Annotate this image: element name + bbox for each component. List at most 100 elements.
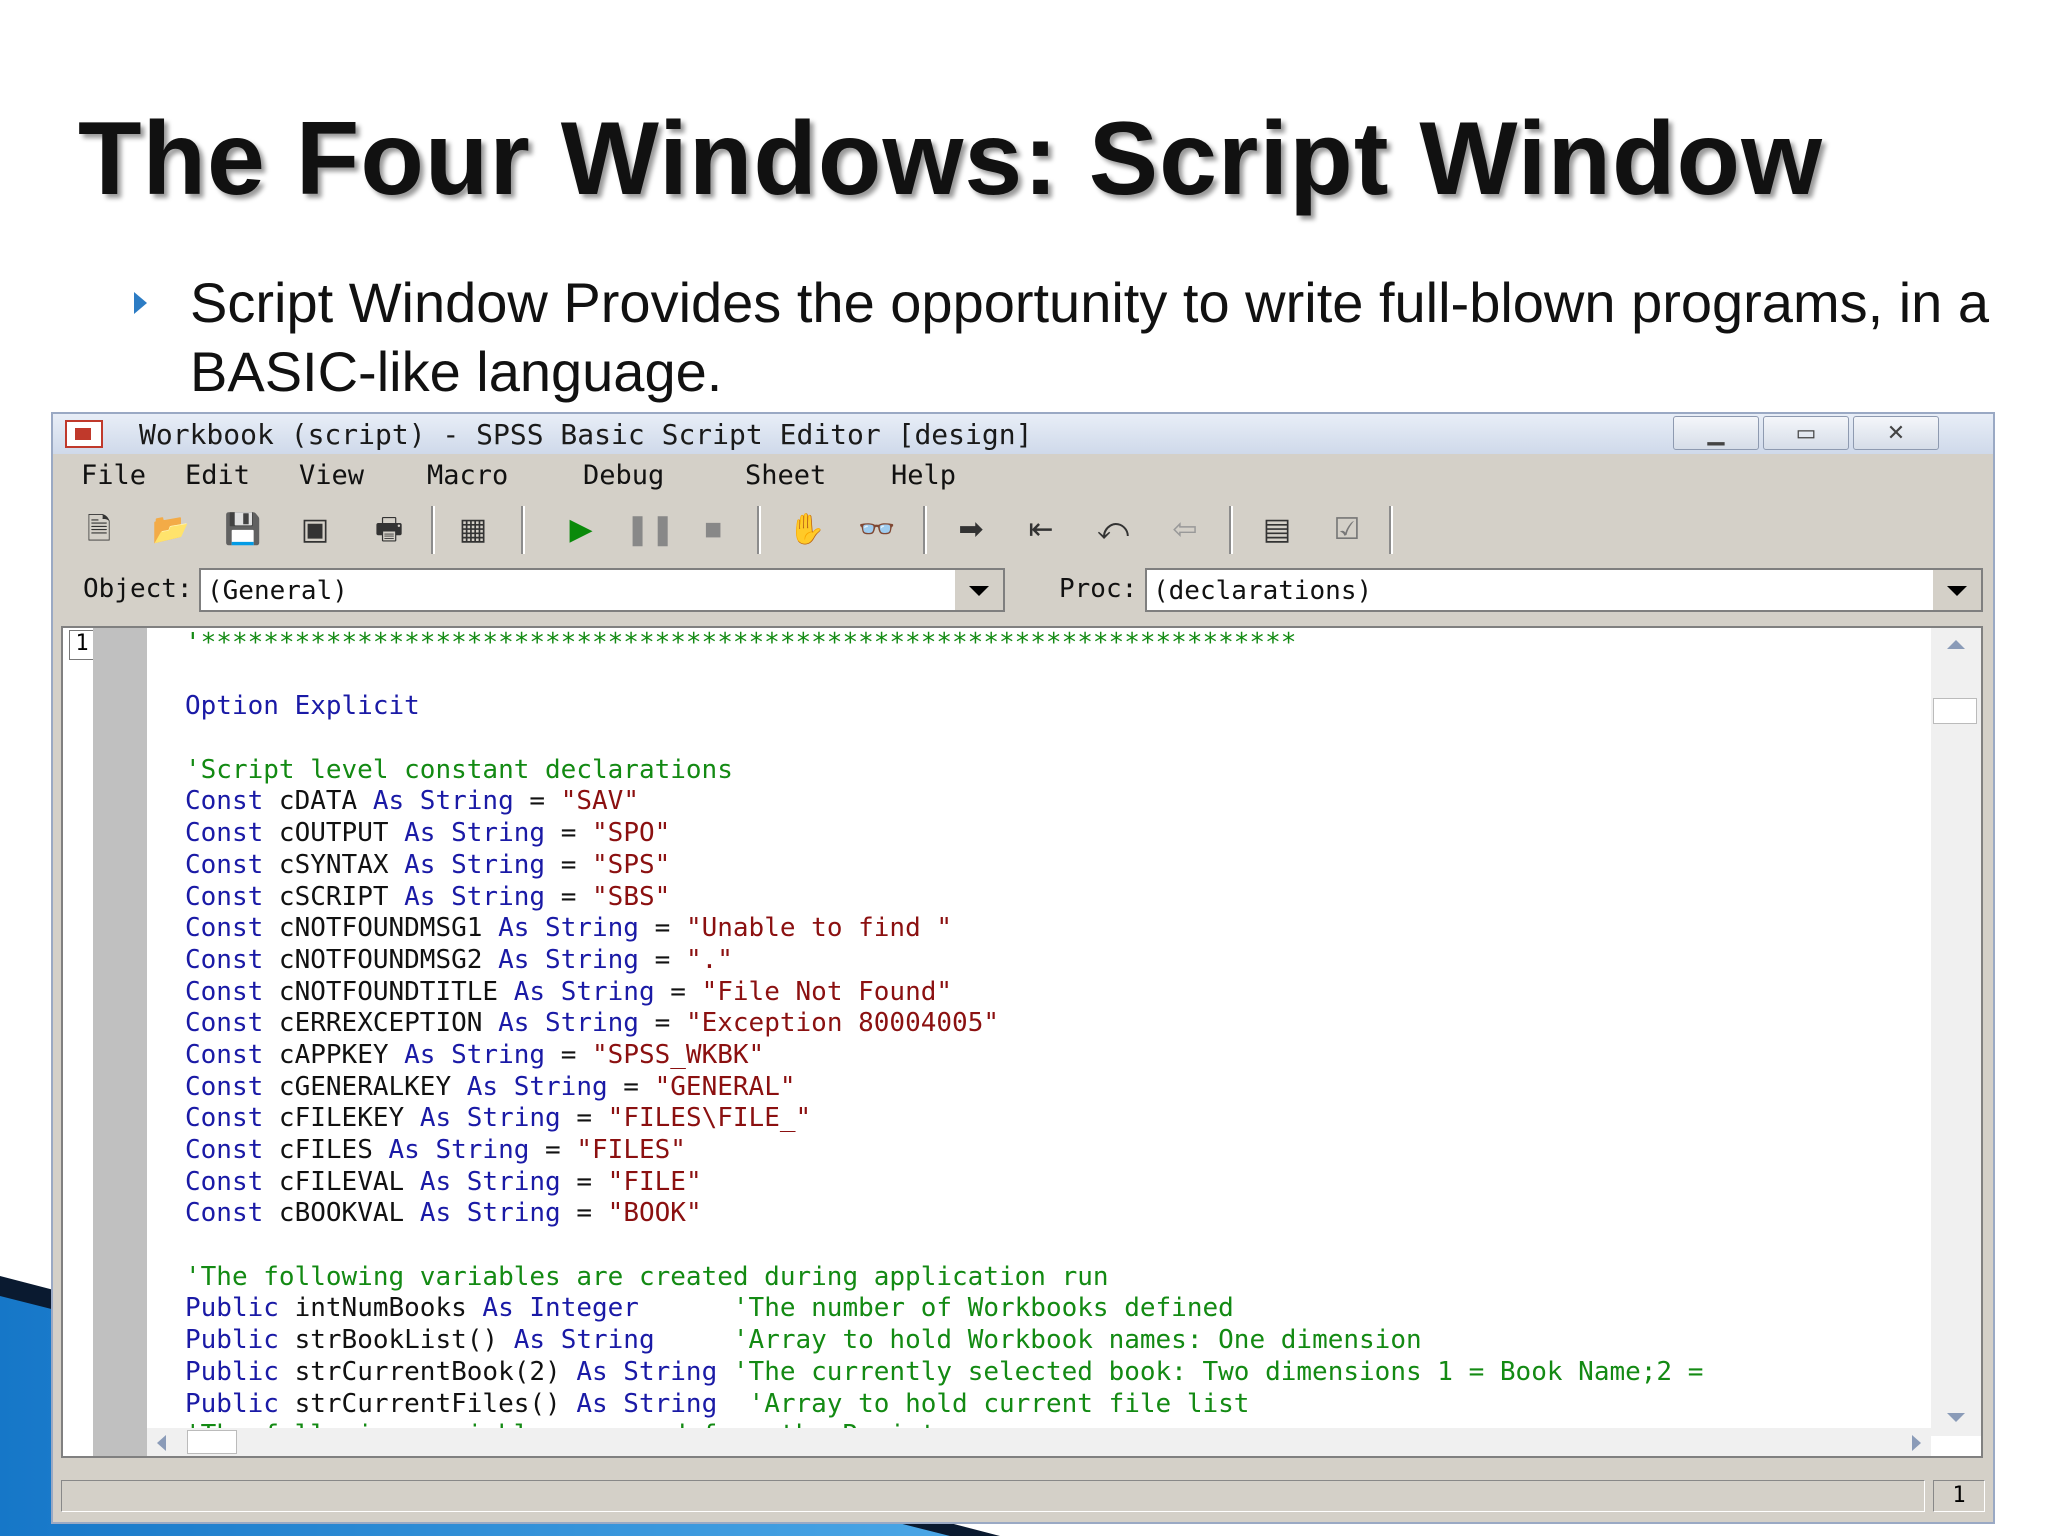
code-line[interactable]: Const cFILES As String = "FILES" — [185, 1135, 1921, 1167]
scroll-left-icon[interactable] — [157, 1435, 166, 1451]
hand-icon[interactable]: ✋ — [785, 508, 829, 552]
object-browser-icon[interactable]: ▤ — [1255, 508, 1299, 552]
new-script-icon[interactable]: 🗎 — [77, 508, 121, 552]
close-button[interactable]: ✕ — [1853, 416, 1939, 450]
code-token: cFILEKEY — [278, 1103, 420, 1134]
title-bar[interactable]: Workbook (script) - SPSS Basic Script Ed… — [53, 414, 1993, 454]
code-token: "File Not Found" — [701, 976, 953, 1007]
dialog-editor-icon[interactable]: ▦ — [451, 508, 495, 552]
code-token: = — [529, 1135, 577, 1165]
code-line[interactable]: Const cNOTFOUNDMSG2 As String = "." — [185, 945, 1921, 977]
menu-help[interactable]: Help — [891, 460, 956, 491]
open-icon[interactable]: 📂 — [149, 508, 193, 552]
maximize-button[interactable]: ▭ — [1763, 416, 1849, 450]
code-token: Const — [185, 818, 279, 849]
code-line[interactable]: Public strCurrentFiles() As String 'Arra… — [185, 1389, 1921, 1421]
scroll-thumb[interactable] — [187, 1430, 237, 1454]
code-token: cOUTPUT — [278, 818, 405, 849]
code-line[interactable]: Option Explicit — [185, 691, 1921, 723]
step-over-icon[interactable]: ⤺ — [1091, 508, 1135, 552]
code-line[interactable]: Const cAPPKEY As String = "SPSS_WKBK" — [185, 1040, 1921, 1072]
code-token: = — [607, 1071, 655, 1102]
save-all-icon[interactable]: ▣ — [293, 508, 337, 552]
code-token: As String — [576, 1356, 718, 1387]
code-token: "." — [685, 944, 733, 975]
run-icon[interactable]: ▶ — [559, 508, 603, 552]
proc-dropdown[interactable]: (declarations) — [1145, 568, 1983, 612]
code-line[interactable]: Const cGENERALKEY As String = "GENERAL" — [185, 1072, 1921, 1104]
code-line[interactable]: Const cNOTFOUNDMSG1 As String = "Unable … — [185, 913, 1921, 945]
code-token: cAPPKEY — [278, 1039, 405, 1070]
code-token: cNOTFOUNDTITLE — [278, 976, 514, 1007]
step-into-icon[interactable]: ⇤ — [1019, 508, 1063, 552]
code-line[interactable]: Public intNumBooks As Integer 'The numbe… — [185, 1293, 1921, 1325]
menu-view[interactable]: View — [299, 460, 364, 491]
code-token: As Integer — [482, 1293, 639, 1324]
code-line[interactable]: Const cERREXCEPTION As String = "Excepti… — [185, 1008, 1921, 1040]
minimize-button[interactable]: ▁ — [1673, 416, 1759, 450]
print-icon[interactable]: 🖶 — [367, 508, 411, 552]
menu-debug[interactable]: Debug — [583, 460, 664, 491]
code-token: cBOOKVAL — [278, 1198, 420, 1229]
code-token: "SBS" — [592, 881, 671, 912]
toolbar-separator — [757, 506, 761, 554]
code-token: cGENERALKEY — [278, 1071, 467, 1102]
code-line[interactable]: Const cSCRIPT As String = "SBS" — [185, 882, 1921, 914]
code-token: = — [638, 1008, 686, 1039]
code-line[interactable]: Public strCurrentBook(2) As String 'The … — [185, 1357, 1921, 1389]
code-line[interactable]: Const cBOOKVAL As String = "BOOK" — [185, 1198, 1921, 1230]
code-token: "FILE" — [607, 1166, 702, 1197]
stop-icon[interactable]: ■ — [691, 508, 735, 552]
code-line[interactable]: '***************************************… — [185, 628, 1921, 660]
code-token: Const — [185, 881, 279, 912]
code-line[interactable] — [185, 723, 1921, 755]
object-dropdown[interactable]: (General) — [199, 568, 1005, 612]
code-token: Const — [185, 786, 279, 817]
code-line[interactable]: Const cSYNTAX As String = "SPS" — [185, 850, 1921, 882]
code-token: As String — [404, 1039, 546, 1070]
save-icon[interactable]: 💾 — [221, 508, 265, 552]
code-token: Const — [185, 1166, 279, 1197]
menu-file[interactable]: File — [81, 460, 146, 491]
chevron-down-icon[interactable] — [1931, 570, 1981, 610]
toolbar: 🗎 📂 💾 ▣ 🖶 ▦ ▶ ❚❚ ■ ✋ 👓 ➡ ⇤ ⤺ ⇦ ▤ ☑ — [61, 502, 1985, 558]
menu-edit[interactable]: Edit — [185, 460, 250, 491]
code-line[interactable] — [185, 660, 1921, 692]
code-token: As String — [404, 818, 546, 849]
scroll-thumb[interactable] — [1933, 698, 1977, 724]
code-line[interactable] — [185, 1230, 1921, 1262]
breakpoint-gutter[interactable] — [93, 628, 147, 1456]
horizontal-scrollbar[interactable] — [147, 1428, 1931, 1456]
code-editor[interactable]: 1 '*************************************… — [61, 626, 1983, 1458]
code-line[interactable]: Const cFILEVAL As String = "FILE" — [185, 1167, 1921, 1199]
spss-app-icon[interactable] — [65, 420, 103, 448]
code-line[interactable]: 'Script level constant declarations — [185, 755, 1921, 787]
code-line[interactable]: 'The following variables are created dur… — [185, 1262, 1921, 1294]
code-token: = — [560, 1198, 608, 1229]
code-line[interactable]: Const cOUTPUT As String = "SPO" — [185, 818, 1921, 850]
code-token: As String — [404, 881, 546, 912]
code-line[interactable]: Const cDATA As String = "SAV" — [185, 786, 1921, 818]
code-token: As String — [466, 1071, 608, 1102]
properties-icon[interactable]: ☑ — [1325, 508, 1369, 552]
code-line[interactable]: Const cNOTFOUNDTITLE As String = "File N… — [185, 977, 1921, 1009]
step-out-icon[interactable]: ⇦ — [1163, 508, 1207, 552]
watch-icon[interactable]: 👓 — [855, 508, 899, 552]
scroll-down-icon[interactable] — [1947, 1413, 1965, 1422]
code-area[interactable]: '***************************************… — [185, 628, 1921, 1438]
step-icon[interactable]: ➡ — [949, 508, 993, 552]
code-line[interactable]: Const cFILEKEY As String = "FILES\FILE_" — [185, 1103, 1921, 1135]
code-line[interactable]: Public strBookList() As String 'Array to… — [185, 1325, 1921, 1357]
pause-icon[interactable]: ❚❚ — [625, 508, 675, 552]
code-token: strBookList() — [294, 1325, 514, 1356]
code-token: cNOTFOUNDMSG2 — [278, 944, 499, 975]
code-token: 'The currently selected book: Two dimens… — [717, 1356, 1704, 1387]
scroll-right-icon[interactable] — [1912, 1435, 1921, 1451]
bullet-text: Script Window Provides the opportunity t… — [190, 271, 1989, 403]
chevron-down-icon[interactable] — [953, 570, 1003, 610]
vertical-scrollbar[interactable] — [1931, 628, 1981, 1436]
menu-sheet[interactable]: Sheet — [745, 460, 826, 491]
scroll-up-icon[interactable] — [1947, 640, 1965, 649]
menu-macro[interactable]: Macro — [427, 460, 508, 491]
code-token: As String — [498, 913, 639, 944]
